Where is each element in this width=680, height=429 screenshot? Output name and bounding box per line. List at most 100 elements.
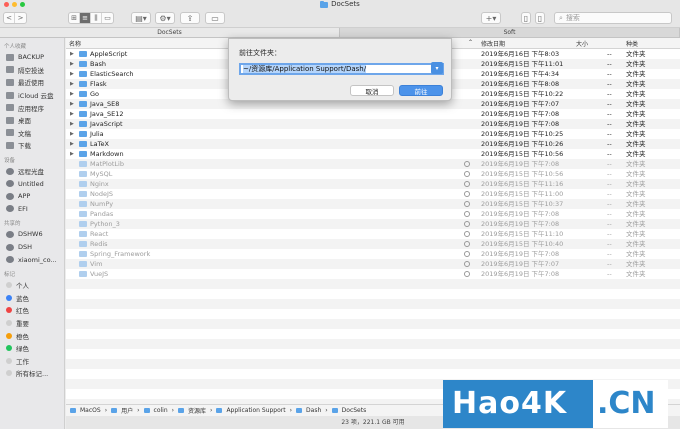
gallery-view-icon[interactable]: ▭ [102,13,113,23]
table-row[interactable]: NumPy 2019年6月15日 下午10:37 -- 文件夹 [66,199,680,209]
path-segment[interactable]: colin [154,407,168,414]
table-row[interactable]: ▶ Julia 2019年6月19日 下午10:25 -- 文件夹 [66,129,680,139]
column-name[interactable]: 名称 [69,39,81,48]
sidebar-item[interactable]: 下载 [0,139,64,152]
file-date: 2019年6月19日 下午7:08 [481,110,560,118]
table-row[interactable]: Nginx 2019年6月15日 下午11:16 -- 文件夹 [66,179,680,189]
table-row[interactable]: NodeJS 2019年6月15日 下午11:00 -- 文件夹 [66,189,680,199]
sidebar-item[interactable]: EFI [0,203,64,216]
table-row[interactable]: VueJS 2019年6月19日 下午7:08 -- 文件夹 [66,269,680,279]
file-date: 2019年6月15日 下午10:22 [481,90,564,98]
file-kind: 文件夹 [626,160,646,168]
table-row[interactable]: MySQL 2019年6月15日 下午10:56 -- 文件夹 [66,169,680,179]
toolbar: < > ⊞ ≡ ⫼ ▭ ▤▾ ⚙▾ ⇪ ▭ + ▾ ▯ ▯ ⌕ 搜索 [0,9,680,28]
column-kind[interactable]: 种类 [626,39,638,48]
sidebar-item[interactable]: 绿色 [0,342,64,355]
sidebar-item[interactable]: DSHW6 [0,228,64,241]
sidebar-item[interactable]: 应用程序 [0,101,64,114]
preview-toggle-button[interactable]: ▯ [535,12,545,24]
sidebar-item[interactable]: 个人 [0,279,64,292]
column-date[interactable]: 修改日期 [481,39,505,48]
table-row[interactable]: Python_3 2019年6月19日 下午7:08 -- 文件夹 [66,219,680,229]
path-segment[interactable]: 用户 [121,406,133,415]
sidebar-item[interactable]: DSH [0,241,64,254]
table-row[interactable]: Redis 2019年6月15日 下午10:40 -- 文件夹 [66,239,680,249]
folder-icon [79,81,87,87]
path-segment[interactable]: MacOS [80,407,101,414]
folder-icon [79,161,87,167]
cancel-button[interactable]: 取消 [350,85,394,96]
sidebar-item[interactable]: 文稿 [0,127,64,140]
close-window-button[interactable] [4,2,9,7]
table-row[interactable]: React 2019年6月15日 下午11:10 -- 文件夹 [66,229,680,239]
sidebar-item[interactable]: 重要 [0,317,64,330]
folder-icon [79,51,87,57]
path-segment[interactable]: Dash [306,407,321,414]
sidebar-item[interactable]: APP [0,190,64,203]
add-tab-button[interactable]: + ▾ [481,12,501,24]
path-history-dropdown[interactable]: ▾ [431,62,443,74]
sidebar-item[interactable]: 隔空投送 [0,64,64,77]
file-kind: 文件夹 [626,150,646,158]
search-input[interactable]: ⌕ 搜索 [554,12,672,24]
disclosure-arrow-icon[interactable]: ▶ [70,59,74,69]
table-row[interactable]: Pandas 2019年6月19日 下午7:08 -- 文件夹 [66,209,680,219]
action-button[interactable]: ⚙▾ [155,12,175,24]
disclosure-arrow-icon[interactable]: ▶ [70,89,74,99]
table-row[interactable]: ▶ LaTeX 2019年6月19日 下午10:26 -- 文件夹 [66,139,680,149]
tag-button[interactable]: ▭ [205,12,225,24]
table-row[interactable]: Spring_Framework 2019年6月19日 下午7:08 -- 文件夹 [66,249,680,259]
share-button[interactable]: ⇪ [180,12,200,24]
sidebar-item[interactable]: 远程光盘 [0,165,64,178]
sidebar-item[interactable]: 工作 [0,354,64,367]
disclosure-arrow-icon[interactable]: ▶ [70,139,74,149]
forward-button[interactable]: > [15,13,26,23]
table-row[interactable]: ▶ Markdown 2019年6月15日 下午10:56 -- 文件夹 [66,149,680,159]
icon-view-icon[interactable]: ⊞ [69,13,80,23]
path-segment[interactable]: DocSets [342,407,367,414]
sidebar-item[interactable]: 桌面 [0,114,64,127]
group-button[interactable]: ▤▾ [131,12,151,24]
zoom-window-button[interactable] [20,2,25,7]
folder-path-input[interactable]: ~/资源库/Application Support/Dash/ [239,63,444,75]
go-button[interactable]: 前往 [399,85,443,96]
sidebar-toggle-button[interactable]: ▯ [521,12,531,24]
preview-icon: ▯ [537,13,543,23]
list-view-icon[interactable]: ≡ [80,13,91,23]
disclosure-arrow-icon[interactable]: ▶ [70,129,74,139]
disclosure-arrow-icon[interactable]: ▶ [70,79,74,89]
sidebar-item[interactable]: Untitled [0,177,64,190]
disclosure-arrow-icon[interactable]: ▶ [70,119,74,129]
sidebar-item-label: 工作 [16,357,29,366]
empty-row [66,299,680,309]
sidebar-item[interactable]: BACKUP [0,51,64,64]
file-size: -- [607,190,612,198]
group-icon: ▤▾ [135,13,147,23]
disclosure-arrow-icon[interactable]: ▶ [70,49,74,59]
back-button[interactable]: < [4,13,15,23]
table-row[interactable]: ▶ JavaScript 2019年6月19日 下午7:08 -- 文件夹 [66,119,680,129]
sidebar-item[interactable]: 最近使用 [0,76,64,89]
sidebar-item[interactable]: 橙色 [0,329,64,342]
sidebar-item[interactable]: xiaomi_co... [0,253,64,266]
path-segment[interactable]: 资源库 [188,406,206,415]
column-view-icon[interactable]: ⫼ [91,13,102,23]
sidebar-item[interactable]: 所有标记... [0,367,64,380]
disclosure-arrow-icon[interactable]: ▶ [70,109,74,119]
disclosure-arrow-icon[interactable]: ▶ [70,69,74,79]
path-segment[interactable]: Application Support [226,407,285,414]
disclosure-arrow-icon[interactable]: ▶ [70,99,74,109]
minimize-window-button[interactable] [12,2,17,7]
tab-docsets[interactable]: DocSets [0,28,340,37]
file-kind: 文件夹 [626,220,646,228]
column-size[interactable]: 大小 [576,39,588,48]
tab-soft[interactable]: Soft [340,28,680,37]
table-row[interactable]: MatPlotLib 2019年6月19日 下午7:08 -- 文件夹 [66,159,680,169]
sidebar-item[interactable]: 蓝色 [0,292,64,305]
table-row[interactable]: Vim 2019年6月19日 下午7:07 -- 文件夹 [66,259,680,269]
file-date: 2019年6月15日 下午10:56 [481,170,564,178]
sidebar-item[interactable]: 红色 [0,304,64,317]
table-row[interactable]: ▶ Java_SE12 2019年6月19日 下午7:08 -- 文件夹 [66,109,680,119]
sidebar-item[interactable]: iCloud 云盘 [0,89,64,102]
disclosure-arrow-icon[interactable]: ▶ [70,149,74,159]
